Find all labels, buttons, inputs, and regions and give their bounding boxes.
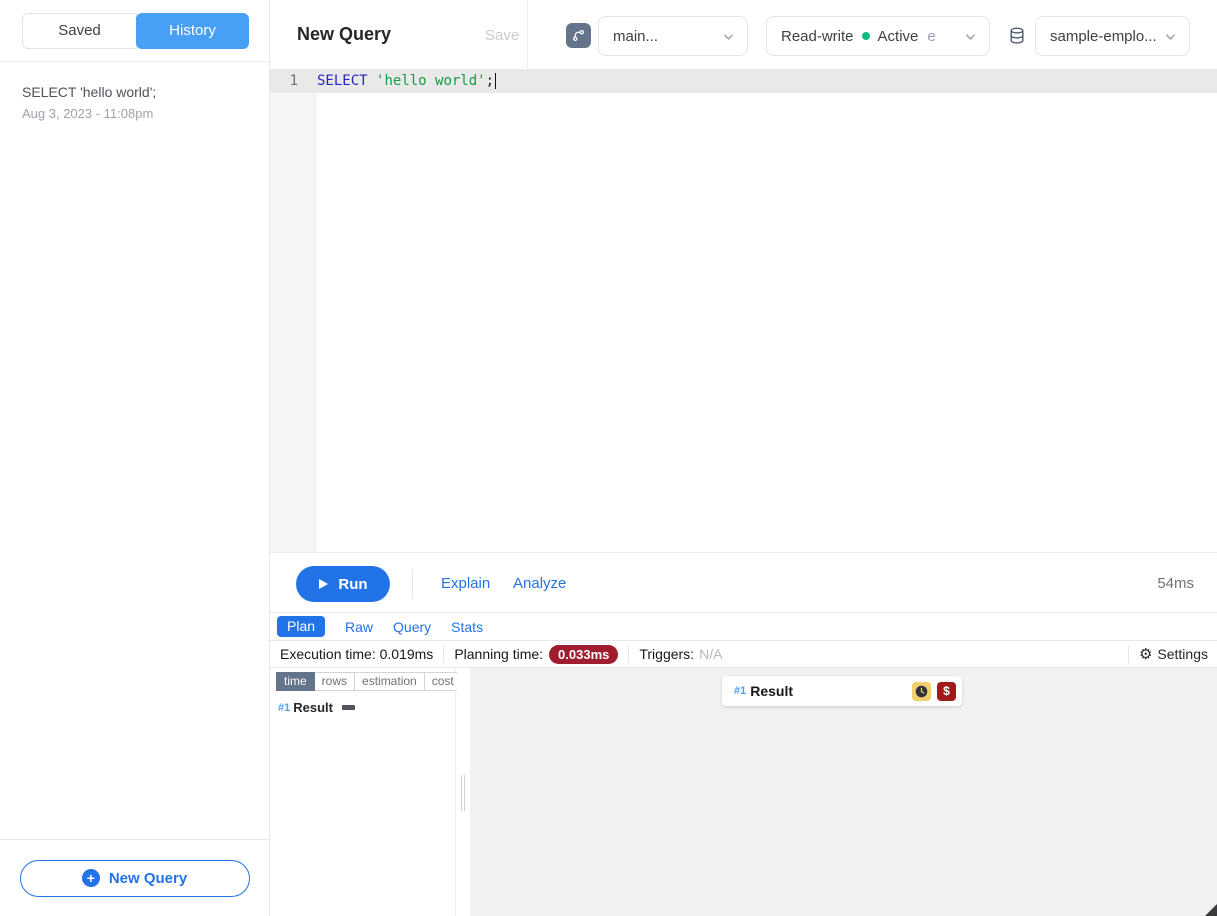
sql-string: 'hello world' [376, 73, 486, 89]
sidebar-header: Saved History [0, 0, 269, 62]
branch-icon-button[interactable] [566, 23, 591, 48]
sidebar-footer: + New Query [0, 839, 269, 916]
new-query-label: New Query [109, 870, 187, 887]
tab-stats[interactable]: Stats [451, 619, 483, 635]
sql-punctuation: ; [486, 73, 494, 89]
save-button[interactable]: Save [485, 27, 519, 44]
node-metric-bar [342, 705, 355, 710]
node-badges: $ [912, 682, 956, 701]
splitter-grip-icon [461, 775, 465, 811]
toolbar-divider [412, 569, 413, 599]
cost-badge: $ [937, 682, 956, 701]
main-header: New Query Save main... Read-write Active… [270, 0, 1217, 69]
dollar-icon: $ [943, 684, 950, 698]
plan-view: time rows estimation cost #1 Result #1 R… [270, 668, 1217, 916]
chevron-down-icon [964, 30, 977, 43]
metric-tab-rows[interactable]: rows [315, 672, 355, 691]
plan-node-result[interactable]: #1 Result $ [722, 676, 962, 706]
tab-history[interactable]: History [136, 13, 249, 49]
triggers-value: N/A [699, 646, 722, 662]
metric-tab-estimation[interactable]: estimation [355, 672, 425, 691]
analyze-button[interactable]: Analyze [513, 575, 566, 592]
stat-divider [443, 646, 444, 663]
result-tabs: Plan Raw Query Stats [270, 613, 1217, 641]
settings-label: Settings [1157, 646, 1208, 662]
settings-area: ⚙ Settings [1118, 646, 1217, 663]
branch-select[interactable]: main... [598, 16, 748, 56]
explain-button[interactable]: Explain [441, 575, 490, 592]
run-label: Run [338, 576, 367, 593]
history-query-text: SELECT 'hello world'; [22, 84, 247, 100]
plan-canvas[interactable]: #1 Result $ [470, 668, 1217, 916]
planning-time-label: Planning time: [454, 646, 543, 662]
sql-query-app: Saved History SELECT 'hello world'; Aug … [0, 0, 1217, 916]
page-title: New Query [297, 24, 391, 45]
run-button[interactable]: Run [296, 566, 390, 602]
plus-icon: + [82, 869, 100, 887]
history-list-item[interactable]: SELECT 'hello world'; Aug 3, 2023 - 11:0… [0, 62, 269, 121]
git-branch-icon [571, 28, 586, 43]
main-panel: New Query Save main... Read-write Active… [270, 0, 1217, 916]
chevron-down-icon [1164, 30, 1177, 43]
database-select[interactable]: sample-emplo... [1035, 16, 1190, 56]
editor-active-line[interactable]: 1 SELECT 'hello world'; [270, 69, 1217, 93]
tab-plan[interactable]: Plan [277, 616, 325, 637]
execution-time-value: 0.019ms [380, 646, 434, 662]
active-status-dot-icon [862, 32, 870, 40]
tab-raw[interactable]: Raw [345, 619, 373, 635]
endpoint-status: Active [878, 28, 919, 45]
planning-time-badge: 0.033ms [549, 645, 618, 664]
database-select-value: sample-emplo... [1050, 28, 1157, 45]
clock-icon [915, 685, 928, 698]
tab-saved[interactable]: Saved [22, 13, 137, 49]
endpoint-extra-text: e [927, 28, 935, 45]
plan-outline-pane: time rows estimation cost #1 Result [270, 668, 456, 916]
tab-query[interactable]: Query [393, 619, 431, 635]
execution-time-label: Execution time: [280, 646, 380, 662]
plan-metric-tabs: time rows estimation cost [276, 672, 455, 691]
sql-keyword: SELECT [317, 73, 376, 89]
run-toolbar: Run Explain Analyze 54ms [270, 552, 1217, 613]
endpoint-select[interactable]: Read-write Active e [766, 16, 990, 56]
resize-handle[interactable] [1205, 904, 1217, 916]
code-line: SELECT 'hello world'; [310, 73, 496, 89]
text-cursor [495, 73, 497, 89]
execution-time-stat: Execution time: 0.019ms [280, 646, 433, 662]
triggers-stat: Triggers: N/A [639, 646, 722, 662]
stats-bar: Execution time: 0.019ms Planning time: 0… [270, 641, 1217, 668]
node-index: #1 [734, 685, 746, 697]
stat-divider [628, 646, 629, 663]
play-icon [318, 578, 329, 590]
stat-divider [1128, 646, 1129, 663]
plan-outline-node[interactable]: #1 Result [276, 700, 455, 715]
pane-splitter[interactable] [457, 668, 470, 916]
line-number: 1 [270, 73, 310, 89]
node-title: Result [750, 683, 793, 699]
query-duration: 54ms [1157, 575, 1194, 592]
endpoint-mode: Read-write [781, 28, 854, 45]
history-timestamp: Aug 3, 2023 - 11:08pm [22, 106, 247, 121]
node-index: #1 [278, 702, 290, 714]
editor-gutter [270, 69, 317, 552]
chevron-down-icon [722, 30, 735, 43]
settings-button[interactable]: ⚙ Settings [1139, 646, 1217, 662]
planning-time-stat: Planning time: 0.033ms [454, 645, 618, 664]
metric-tab-time[interactable]: time [276, 672, 315, 691]
saved-history-toggle: Saved History [22, 13, 249, 49]
new-query-button[interactable]: + New Query [20, 860, 250, 897]
database-icon [1007, 26, 1027, 46]
sql-editor[interactable]: 1 SELECT 'hello world'; [270, 69, 1217, 552]
time-badge [912, 682, 931, 701]
gear-icon: ⚙ [1139, 647, 1152, 662]
triggers-label: Triggers: [639, 646, 694, 662]
sidebar: Saved History SELECT 'hello world'; Aug … [0, 0, 270, 916]
branch-select-value: main... [613, 28, 658, 45]
node-title: Result [293, 700, 333, 715]
header-divider [527, 0, 528, 69]
